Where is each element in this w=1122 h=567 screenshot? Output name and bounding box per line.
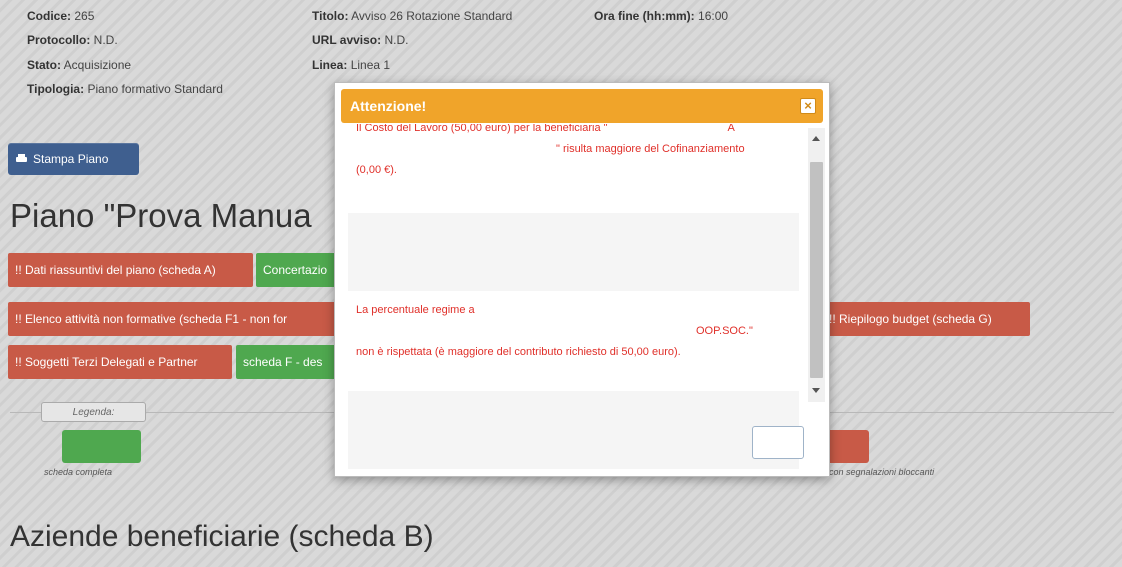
ora-fine-value: 16:00 <box>698 9 729 23</box>
dialog-scrollbar[interactable] <box>808 128 825 402</box>
dialog-header: Attenzione! × <box>341 89 823 123</box>
dialog-ok-button[interactable] <box>752 426 804 459</box>
linea-value: Linea 1 <box>350 58 391 72</box>
printer-icon <box>16 154 27 164</box>
scroll-down-icon[interactable] <box>812 388 820 393</box>
titolo-field: Titolo: Avviso 26 Rotazione Standard <box>312 9 512 23</box>
tipologia-label: Tipologia: <box>27 82 85 96</box>
message-1-last: (0,00 €). <box>356 164 397 176</box>
message-1-a: A <box>727 124 735 134</box>
url-value: N.D. <box>384 33 409 47</box>
scroll-up-icon[interactable] <box>812 136 820 141</box>
attention-dialog: Attenzione! × Il Costo del Lavoro (50,00… <box>334 82 830 477</box>
codice-value: 265 <box>74 9 95 23</box>
protocollo-field: Protocollo: N.D. <box>27 33 118 47</box>
redacted-block <box>474 303 755 317</box>
scroll-thumb[interactable] <box>810 162 823 378</box>
url-field: URL avviso: N.D. <box>312 33 408 47</box>
aziende-title: Aziende beneficiarie (scheda B) <box>10 520 434 553</box>
ora-fine-label: Ora fine (hh:mm): <box>594 9 695 23</box>
message-2-oop: OOP.SOC." <box>696 325 753 337</box>
tag-soggetti-terzi[interactable]: !! Soggetti Terzi Delegati e Partner <box>8 345 232 379</box>
stato-label: Stato: <box>27 58 61 72</box>
titolo-value: Avviso 26 Rotazione Standard <box>351 9 513 23</box>
legend-title: Legenda: <box>41 402 146 422</box>
legend-blocking-label: con segnalazioni bloccanti <box>829 467 935 477</box>
legend-complete-swatch <box>62 430 141 463</box>
redacted-block <box>607 124 728 135</box>
url-label: URL avviso: <box>312 33 382 47</box>
message-separator <box>348 391 799 469</box>
message-2-last: non è rispettata (è maggiore del contrib… <box>356 346 681 358</box>
dialog-message-area: Il Costo del Lavoro (50,00 euro) per la … <box>348 124 799 469</box>
tag-concertazione[interactable]: Concertazio <box>256 253 346 287</box>
tag-dati-riassuntivi[interactable]: !! Dati riassuntivi del piano (scheda A) <box>8 253 253 287</box>
redacted-block <box>356 142 556 156</box>
print-plan-label: Stampa Piano <box>33 152 109 166</box>
close-icon[interactable]: × <box>800 98 816 114</box>
print-plan-button[interactable]: Stampa Piano <box>8 143 139 175</box>
message-1-start: Il Costo del Lavoro (50,00 euro) per la … <box>356 124 608 134</box>
redacted-block <box>356 324 696 338</box>
dialog-title: Attenzione! <box>350 98 427 114</box>
tag-riepilogo-budget[interactable]: !! Riepilogo budget (scheda G) <box>822 302 1030 336</box>
stato-field: Stato: Acquisizione <box>27 58 131 72</box>
tag-scheda-f[interactable]: scheda F - des <box>236 345 346 379</box>
codice-label: Codice: <box>27 9 72 23</box>
message-1-end: " risulta maggiore del Cofinanziamento <box>556 143 745 155</box>
message-percentuale: La percentuale regime a OOP.SOC." non è … <box>348 300 799 363</box>
codice-field: Codice: 265 <box>27 9 94 23</box>
stato-value: Acquisizione <box>63 58 132 72</box>
message-2-start: La percentuale regime a <box>356 304 475 316</box>
linea-label: Linea: <box>312 58 348 72</box>
legend-complete-label: scheda completa <box>44 467 113 477</box>
linea-field: Linea: Linea 1 <box>312 58 390 72</box>
message-separator <box>348 213 799 291</box>
titolo-label: Titolo: <box>312 9 349 23</box>
message-costo-lavoro: Il Costo del Lavoro (50,00 euro) per la … <box>348 124 799 181</box>
piano-title: Piano "Prova Manua <box>10 197 312 234</box>
protocollo-value: N.D. <box>93 33 118 47</box>
ora-fine-field: Ora fine (hh:mm): 16:00 <box>594 9 728 23</box>
tipologia-value: Piano formativo Standard <box>87 82 223 96</box>
tag-elenco-attivita[interactable]: !! Elenco attività non formative (scheda… <box>8 302 348 336</box>
tipologia-field: Tipologia: Piano formativo Standard <box>27 82 223 96</box>
protocollo-label: Protocollo: <box>27 33 91 47</box>
